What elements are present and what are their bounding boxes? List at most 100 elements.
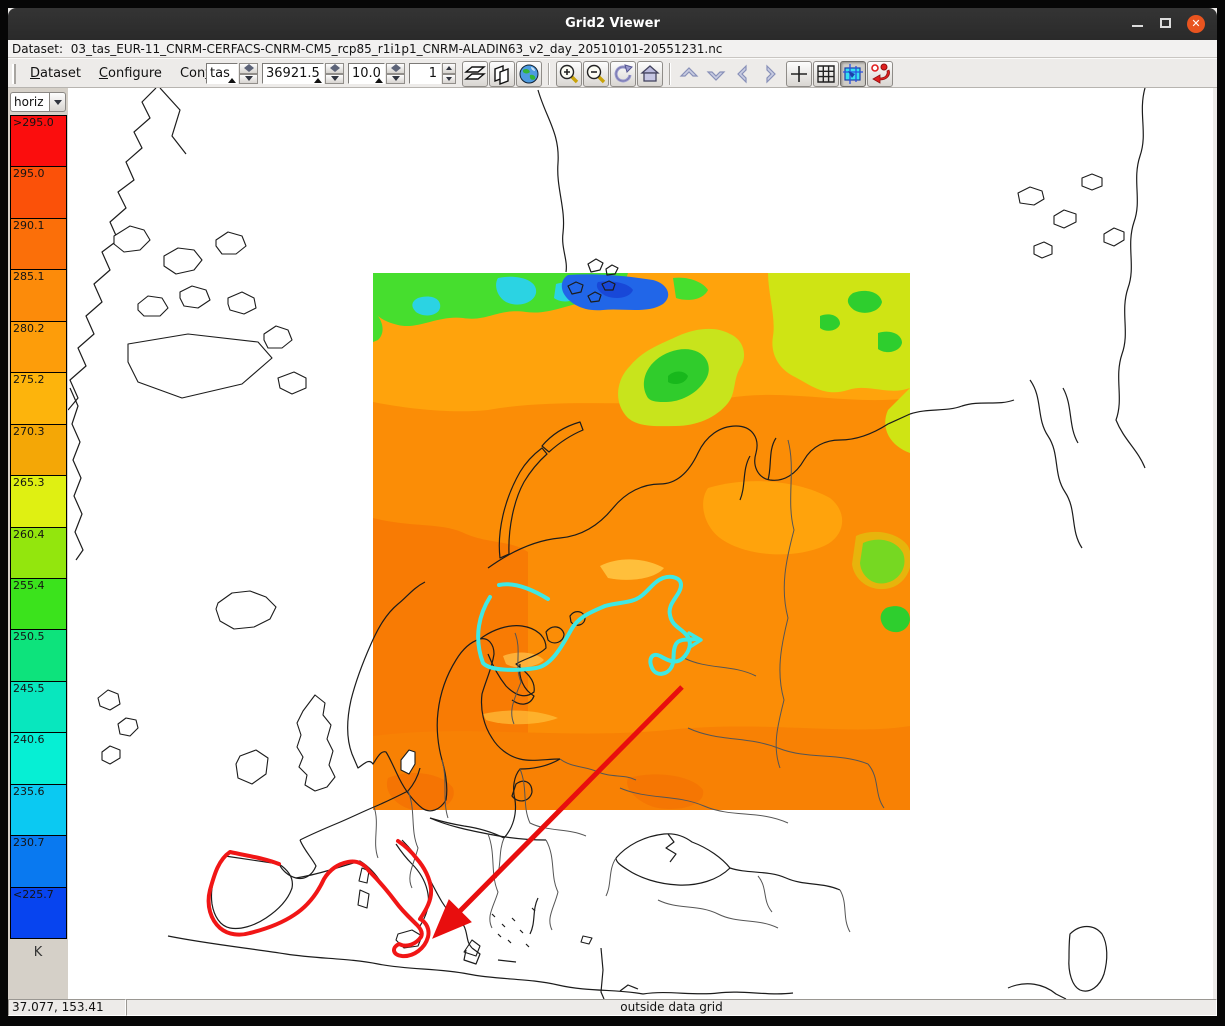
step-right-button[interactable] <box>757 62 783 86</box>
home-icon <box>639 63 661 85</box>
step-left-button[interactable] <box>730 62 756 86</box>
grid-icon <box>815 63 837 85</box>
view-selector-dropdown-button[interactable] <box>50 92 66 112</box>
colorbar-cell-label: 295.0 <box>13 167 45 180</box>
rotate-icon <box>612 63 634 85</box>
titlebar[interactable]: Grid2 Viewer ✕ <box>8 8 1217 40</box>
zoom-out-icon <box>585 63 607 85</box>
home-view-button[interactable] <box>637 61 663 87</box>
colorbar-cell: 285.1 <box>11 270 66 321</box>
colorbar-cell-label: 285.1 <box>13 270 45 283</box>
colorbar-cell-label: 280.2 <box>13 322 45 335</box>
colorbar-cell: 290.1 <box>11 219 66 270</box>
toolbar: Dataset Configure Controls tas 36921.5 1… <box>8 58 1217 88</box>
toolbar-separator-2 <box>669 63 671 85</box>
vertical-slice-button[interactable] <box>489 61 515 87</box>
level-spinner[interactable] <box>386 63 405 84</box>
globe-button[interactable] <box>516 61 542 87</box>
sidebar: horiz >295.0 295.0 290.1 285.1 280.2 275… <box>8 88 68 999</box>
time-input[interactable]: 36921.5 <box>262 63 324 84</box>
colorbar-cell: 270.3 <box>11 425 66 476</box>
plus-icon <box>788 63 810 85</box>
colorbar-cell-label: 255.4 <box>13 579 45 592</box>
maximize-button[interactable] <box>1160 18 1171 28</box>
chevron-left-icon <box>731 63 755 85</box>
colorbar-cell-label: 265.3 <box>13 476 45 489</box>
variable-down-button <box>239 74 258 85</box>
colorbar-cell: >295.0 <box>11 116 66 167</box>
colorbar-cell: <225.7 <box>11 888 66 938</box>
colorbar-cell: 235.6 <box>11 785 66 836</box>
horizontal-slice-button[interactable] <box>462 61 488 87</box>
toolbar-grip[interactable] <box>12 64 16 84</box>
level-slide-buttons <box>386 63 405 74</box>
minimize-button[interactable] <box>1132 25 1143 27</box>
probe-icon <box>869 63 891 85</box>
probe-button[interactable] <box>867 61 893 87</box>
colorbar-cell-label: <225.7 <box>13 888 54 901</box>
dataset-label: Dataset: <box>12 42 63 56</box>
level-down-button <box>386 74 405 85</box>
zoom-in-button[interactable] <box>556 61 582 87</box>
frame-down-button <box>442 74 456 85</box>
level-input[interactable]: 10.0 <box>348 63 385 84</box>
horizontal-slice-icon <box>464 63 486 85</box>
variable-slide-buttons <box>239 63 258 74</box>
chevron-down-icon <box>704 63 728 85</box>
cursor-coordinates: 37.077, 153.41 <box>8 999 126 1016</box>
colorbar-cell: 280.2 <box>11 322 66 373</box>
colorbar-cell-label: 275.2 <box>13 373 45 386</box>
window-title: Grid2 Viewer <box>8 16 1217 31</box>
step-up-button[interactable] <box>676 62 702 86</box>
view-selector[interactable]: horiz <box>10 92 66 112</box>
colorbar-cell: 260.4 <box>11 528 66 579</box>
globe-icon <box>518 63 540 85</box>
vertical-slice-icon <box>491 63 513 85</box>
colorbar-cell: 245.5 <box>11 682 66 733</box>
grid-status-message: outside data grid <box>126 999 1217 1016</box>
colorbar-cell: 255.4 <box>11 579 66 630</box>
colorbar-cell-label: 240.6 <box>13 733 45 746</box>
dataset-bar: Dataset: 03_tas_EUR-11_CNRM-CERFACS-CNRM… <box>8 40 1217 58</box>
colorbar-cell-label: 270.3 <box>13 425 45 438</box>
menu-configure[interactable]: Configure <box>91 62 170 85</box>
view-selector-value: horiz <box>10 92 50 112</box>
add-button[interactable] <box>786 61 812 87</box>
status-bar: 37.077, 153.41 outside data grid <box>8 999 1217 1016</box>
grid2-viewer-window: Grid2 Viewer ✕ Dataset: 03_tas_EUR-11_CN… <box>8 8 1217 1016</box>
map-canvas[interactable] <box>68 88 1213 999</box>
time-spinner[interactable] <box>325 63 344 84</box>
colorbar-cell-label: 235.6 <box>13 785 45 798</box>
colorbar-units: K <box>8 945 68 960</box>
dropdown-arrow-icon <box>54 100 62 105</box>
zoom-out-button[interactable] <box>583 61 609 87</box>
reset-rotation-button[interactable] <box>610 61 636 87</box>
colorbar-cell: 265.3 <box>11 476 66 527</box>
colorbar-cell: 230.7 <box>11 836 66 887</box>
colorbar-cell: 275.2 <box>11 373 66 424</box>
variable-spinner[interactable] <box>239 63 258 84</box>
colorbar-cell: 295.0 <box>11 167 66 218</box>
time-down-button <box>325 74 344 85</box>
frame-input[interactable]: 1 <box>409 63 441 84</box>
dataset-filename: 03_tas_EUR-11_CNRM-CERFACS-CNRM-CM5_rcp8… <box>71 42 723 56</box>
chevron-up-icon <box>677 63 701 85</box>
variable-input[interactable]: tas <box>206 63 238 84</box>
screen: Grid2 Viewer ✕ Dataset: 03_tas_EUR-11_CN… <box>0 0 1225 1026</box>
menu-dataset[interactable]: Dataset <box>22 62 89 85</box>
chevron-right-icon <box>758 63 782 85</box>
colorbar-cell: 240.6 <box>11 733 66 784</box>
colorbar-cell-label: 290.1 <box>13 219 45 232</box>
colorbar-cell: 250.5 <box>11 630 66 681</box>
toolbar-separator <box>548 63 550 85</box>
step-down-button[interactable] <box>703 62 729 86</box>
close-button[interactable]: ✕ <box>1187 15 1205 33</box>
map-svg[interactable] <box>68 88 1213 999</box>
zoom-in-icon <box>558 63 580 85</box>
data-grid-button[interactable] <box>840 61 866 87</box>
grid-button[interactable] <box>813 61 839 87</box>
time-slide-buttons <box>325 63 344 74</box>
frame-stepper[interactable] <box>442 63 456 84</box>
colorbar-cell-label: 230.7 <box>13 836 45 849</box>
colorbar-cell-label: 250.5 <box>13 630 45 643</box>
